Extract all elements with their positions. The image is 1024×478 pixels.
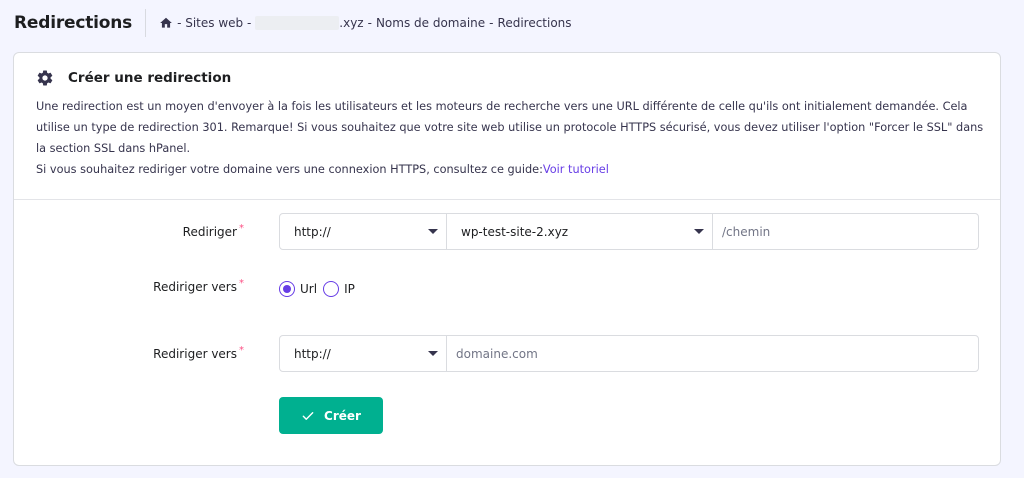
breadcrumb-domain-suffix[interactable]: .xyz xyxy=(339,16,363,30)
gear-icon xyxy=(36,69,54,87)
radio-ip[interactable] xyxy=(323,281,340,297)
header-divider xyxy=(145,9,147,37)
redirect-path-input[interactable] xyxy=(713,214,978,249)
breadcrumb-separator: - xyxy=(489,16,494,30)
radio-ip-label: IP xyxy=(344,282,355,296)
breadcrumb-separator: - xyxy=(367,16,372,30)
radio-url-option[interactable]: Url xyxy=(279,281,317,297)
create-redirect-card: Créer une redirection Une redirection es… xyxy=(13,52,1001,466)
create-button[interactable]: Créer xyxy=(279,397,383,434)
breadcrumb: - Sites web - .xyz - Noms de domaine - R… xyxy=(159,16,572,30)
redirect-label: Rediriger * xyxy=(182,223,244,239)
page-header: Redirections - Sites web - .xyz - Noms d… xyxy=(14,9,1004,37)
tutorial-link[interactable]: Voir tutoriel xyxy=(543,163,609,176)
target-domain-input[interactable] xyxy=(447,336,978,371)
radio-url[interactable] xyxy=(279,281,295,297)
redirect-domain-value: wp-test-site-2.xyz xyxy=(461,224,569,239)
required-mark: * xyxy=(239,345,244,356)
chevron-down-icon xyxy=(428,351,438,356)
chevron-down-icon xyxy=(694,229,704,234)
card-header: Créer une redirection Une redirection es… xyxy=(14,53,1000,200)
target-protocol-select[interactable]: http:// xyxy=(280,336,447,371)
breadcrumb-redirections: Redirections xyxy=(497,16,572,30)
required-mark: * xyxy=(239,223,244,234)
description-guide-text: Si vous souhaitez rediriger votre domain… xyxy=(36,163,543,176)
redirect-type-radio-group: Url IP xyxy=(279,281,361,297)
card-title: Créer une redirection xyxy=(68,70,232,86)
target-input-group: http:// xyxy=(279,335,979,372)
home-icon[interactable] xyxy=(159,16,173,30)
description-text: Une redirection est un moyen d'envoyer à… xyxy=(36,100,984,155)
breadcrumb-sites-web[interactable]: - Sites web - xyxy=(177,16,251,30)
card-description: Une redirection est un moyen d'envoyer à… xyxy=(36,96,986,180)
create-button-label: Créer xyxy=(324,408,361,423)
redirect-protocol-select[interactable]: http:// xyxy=(280,214,447,249)
required-mark: * xyxy=(239,278,244,289)
redirect-type-label: Rediriger vers * xyxy=(153,278,244,294)
radio-url-label: Url xyxy=(300,282,318,296)
breadcrumb-redacted-domain xyxy=(255,16,340,30)
radio-ip-option[interactable]: IP xyxy=(323,281,355,297)
redirect-input-group: http:// wp-test-site-2.xyz xyxy=(279,213,979,250)
page-title: Redirections xyxy=(14,13,133,33)
check-icon xyxy=(301,409,315,423)
target-protocol-value: http:// xyxy=(294,346,331,361)
redirect-target-label: Rediriger vers * xyxy=(153,345,244,361)
card-title-row: Créer une redirection xyxy=(36,67,980,89)
breadcrumb-noms-domaine[interactable]: Noms de domaine xyxy=(376,16,485,30)
redirect-protocol-value: http:// xyxy=(294,224,331,239)
chevron-down-icon xyxy=(428,229,438,234)
redirect-domain-select[interactable]: wp-test-site-2.xyz xyxy=(447,214,713,249)
